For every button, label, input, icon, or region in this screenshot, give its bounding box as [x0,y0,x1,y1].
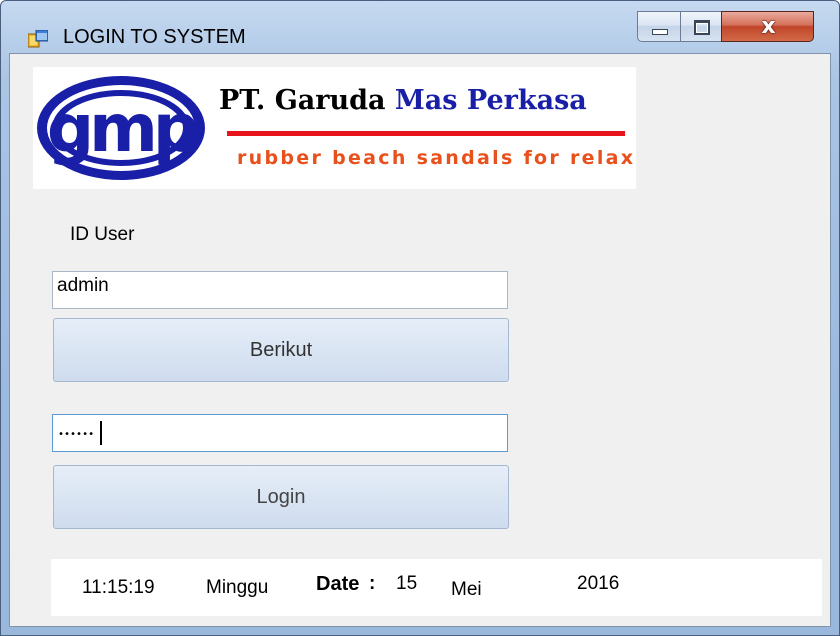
password-mask: •••••• [58,429,95,440]
maximize-button[interactable] [680,11,722,42]
date-label: Date [316,573,360,595]
gmp-emblem: gmp [37,76,205,180]
date-month: Mei [451,579,482,600]
id-user-input[interactable]: admin [52,271,508,309]
login-button[interactable]: Login [53,465,509,529]
company-name-prefix: PT. Garuda [219,85,395,116]
id-user-value: admin [57,275,109,296]
next-button[interactable]: Berikut [53,318,509,382]
minimize-button[interactable] [637,11,681,42]
window-title: LOGIN TO SYSTEM [63,26,246,48]
id-user-label: ID User [70,224,135,245]
minimize-icon [652,29,668,35]
text-caret [100,421,102,445]
close-button[interactable]: x [721,11,814,42]
company-name-highlight: Mas Perkasa [394,85,587,116]
caption-buttons: x [637,11,827,43]
company-tagline: rubber beach sandals for relax [237,147,636,169]
maximize-icon [694,20,710,35]
company-name: PT. Garuda Mas Perkasa [219,85,587,116]
logo-emblem-text: gmp [47,90,198,167]
logo-underline [227,131,625,136]
status-panel: 11:15:19 Minggu Date : 15 Mei 2016 [51,559,822,616]
login-window: LOGIN TO SYSTEM x gmp PT. Garuda Mas Per… [0,0,840,636]
app-icon [28,30,48,48]
company-logo-banner: gmp PT. Garuda Mas Perkasa rubber beach … [33,67,636,189]
title-bar[interactable]: LOGIN TO SYSTEM x [1,1,839,53]
client-area: gmp PT. Garuda Mas Perkasa rubber beach … [9,53,831,627]
close-icon: x [761,14,776,39]
day-name: Minggu [206,577,269,598]
date-year: 2016 [577,573,620,594]
date-separator: : [369,573,376,594]
date-day: 15 [396,573,418,594]
password-input[interactable]: •••••• [52,414,508,452]
clock-time: 11:15:19 [82,577,155,598]
